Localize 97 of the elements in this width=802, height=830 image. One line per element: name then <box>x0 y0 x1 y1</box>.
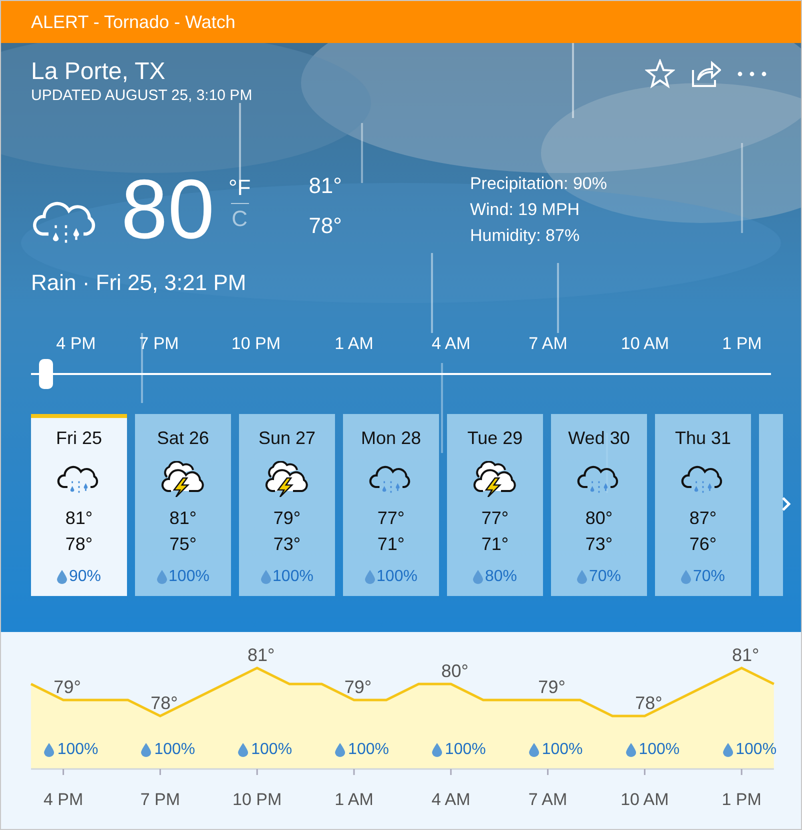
hour-label: 4 PM <box>56 333 96 355</box>
timeline-thumb[interactable] <box>39 359 53 389</box>
drop-icon <box>364 570 375 584</box>
precipitation-chance: 100% <box>251 740 292 760</box>
weather-detail: Humidity: 87% <box>470 225 581 247</box>
day-card[interactable]: Thu 31 87° 76° 70% <box>655 414 751 596</box>
hour-label: 7 AM <box>528 333 568 355</box>
low-temperature: 75° <box>169 533 197 556</box>
unit-toggle[interactable]: °F <box>228 175 251 201</box>
drop-icon <box>626 743 636 757</box>
high-temperature: 81° <box>308 173 342 199</box>
current-temperature: 80 <box>121 167 214 251</box>
high-temperature: 77° <box>481 507 509 530</box>
low-temperature: 78° <box>308 213 342 239</box>
day-card[interactable]: Sat 26 81° 75° 100% <box>135 414 231 596</box>
weather-detail: Precipitation: 90% <box>470 173 607 195</box>
temperature-label: 81° <box>247 644 275 667</box>
day-card[interactable]: Fri 25 81° 78° 90% <box>31 414 127 596</box>
high-temperature: 87° <box>689 507 717 530</box>
temperature-label: 78° <box>635 692 662 715</box>
drop-icon <box>432 743 442 757</box>
drop-icon <box>260 570 271 584</box>
hour-label: 7 PM <box>139 333 179 355</box>
favorite-icon[interactable] <box>645 59 675 89</box>
drop-icon <box>56 570 67 584</box>
high-temperature: 81° <box>65 507 93 530</box>
day-card[interactable]: Wed 30 80° 73° 70% <box>551 414 647 596</box>
hour-label: 10 AM <box>620 333 670 355</box>
axis-label: 7 PM <box>140 789 180 811</box>
more-icon[interactable] <box>737 71 767 77</box>
high-temperature: 81° <box>169 507 197 530</box>
axis-label: 1 AM <box>334 789 374 811</box>
precipitation-chance: 100% <box>444 740 486 760</box>
location-name: La Porte, TX <box>31 57 166 87</box>
condition-summary: Rain · Fri 25, 3:21 PM <box>31 269 248 297</box>
day-label: Sun 27 <box>258 427 316 449</box>
low-temperature: 76° <box>689 533 717 556</box>
low-temperature: 73° <box>273 533 301 556</box>
hour-label: 1 PM <box>722 333 762 355</box>
precipitation-chance: 100% <box>154 740 196 760</box>
axis-label: 10 PM <box>232 789 282 811</box>
temperature-label: 79° <box>538 676 566 699</box>
axis-label: 4 AM <box>432 789 470 811</box>
high-temperature: 80° <box>585 507 613 530</box>
day-card[interactable]: Sun 27 79° 73° 100% <box>239 414 335 596</box>
precipitation-chance: 90% <box>68 567 102 587</box>
axis-label: 7 AM <box>528 789 568 811</box>
hour-label: 10 PM <box>231 333 281 355</box>
day-label: Sat 26 <box>156 427 210 449</box>
drop-icon <box>335 743 346 757</box>
day-label: Thu 31 <box>674 427 732 449</box>
day-label: Fri 25 <box>56 427 102 449</box>
precipitation-chance: 70% <box>692 567 726 587</box>
day-label: Wed 30 <box>568 427 630 449</box>
low-temperature: 71° <box>377 533 405 556</box>
temperature-label: 79° <box>344 676 372 699</box>
drop-icon <box>680 570 691 584</box>
low-temperature: 78° <box>65 533 93 556</box>
precipitation-chance: 70% <box>588 567 622 587</box>
precipitation-chance: 80% <box>484 567 518 587</box>
weather-detail: Wind: 19 MPH <box>470 199 581 221</box>
temperature-label: 81° <box>732 644 760 667</box>
axis-label: 10 AM <box>620 789 669 811</box>
drop-icon <box>141 743 152 757</box>
precipitation-chance: 100% <box>168 567 210 587</box>
high-temperature: 79° <box>273 507 301 530</box>
day-label: Mon 28 <box>360 427 422 449</box>
axis-label: 4 PM <box>43 789 84 811</box>
drop-icon <box>44 743 54 757</box>
drop-icon <box>722 743 733 757</box>
share-icon[interactable] <box>691 60 721 88</box>
high-temperature: 77° <box>377 507 405 530</box>
hour-label: 4 AM <box>432 333 470 355</box>
day-card[interactable]: Mon 28 77° 71° 100% <box>343 414 439 596</box>
precipitation-chance: 100% <box>376 567 418 587</box>
precipitation-chance: 100% <box>736 740 777 760</box>
drop-icon <box>156 570 167 584</box>
axis-label: 1 PM <box>722 789 762 811</box>
precipitation-chance: 100% <box>542 740 583 760</box>
temperature-label: 80° <box>441 660 468 683</box>
drop-icon <box>576 570 587 584</box>
precipitation-chance: 100% <box>272 567 314 587</box>
precipitation-chance: 100% <box>638 740 680 760</box>
day-label: Tue 29 <box>467 427 523 449</box>
low-temperature: 73° <box>585 533 613 556</box>
drop-icon <box>472 570 483 584</box>
drop-icon <box>238 743 248 757</box>
precipitation-chance: 100% <box>348 740 389 760</box>
hour-label: 1 AM <box>334 333 374 355</box>
low-temperature: 71° <box>481 533 509 556</box>
updated-time: UPDATED AUGUST 25, 3:10 PM <box>31 87 252 105</box>
temperature-label: 78° <box>150 692 178 715</box>
day-card[interactable]: Tue 29 77° 71° 80% <box>447 414 543 596</box>
precipitation-chance: 100% <box>57 740 98 760</box>
temperature-label: 79° <box>54 676 81 699</box>
drop-icon <box>528 743 539 757</box>
next-arrow-icon[interactable] <box>781 496 791 512</box>
